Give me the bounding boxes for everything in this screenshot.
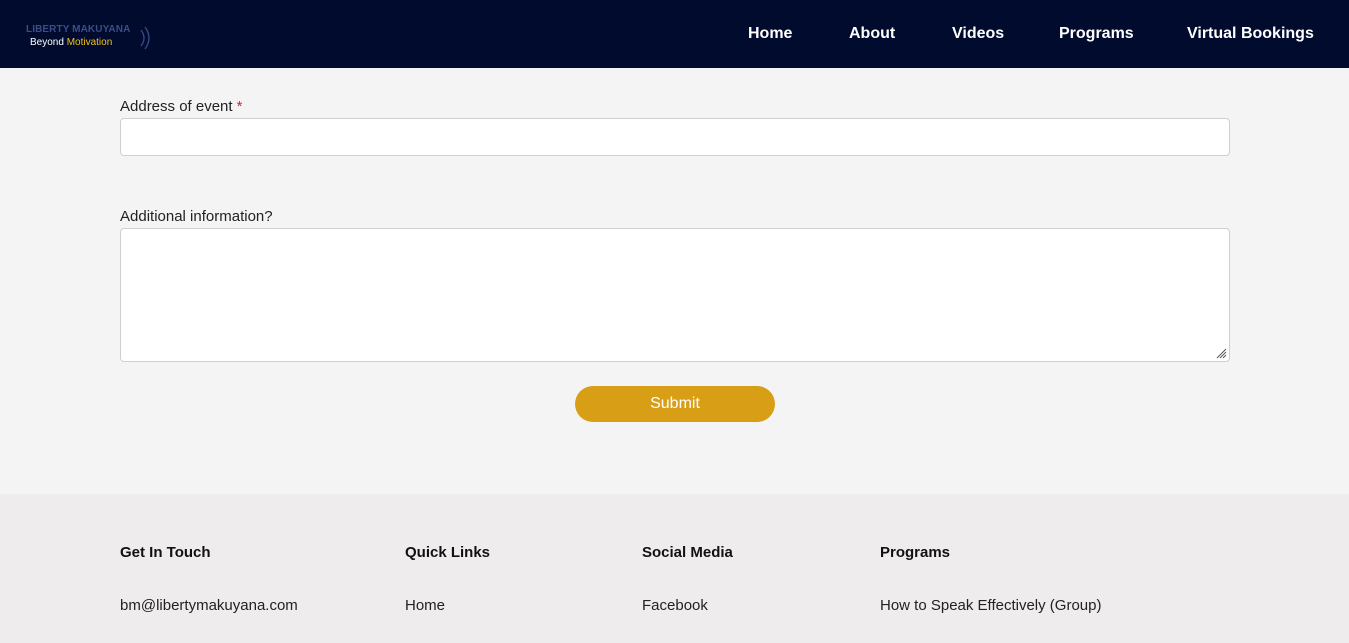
resize-handle-icon[interactable] — [1215, 347, 1227, 359]
nav-programs[interactable]: Programs — [1059, 25, 1134, 43]
footer-heading-get-in-touch: Get In Touch — [120, 544, 211, 561]
footer-link-facebook[interactable]: Facebook — [642, 597, 708, 614]
booking-form: Address of event * Additional information… — [0, 68, 1349, 494]
logo-tagline-accent: Motivation — [66, 37, 113, 48]
footer-heading-quick-links: Quick Links — [405, 544, 491, 561]
sound-wave-icon — [140, 26, 150, 50]
logo-name: LIBERTY MAKUYANA — [26, 24, 131, 35]
required-marker: * — [236, 98, 243, 115]
logo-tagline-prefix: Beyond — [30, 37, 67, 48]
address-input[interactable] — [120, 118, 1230, 156]
logo-tagline: Beyond Motivation — [30, 37, 112, 48]
site-header: LIBERTY MAKUYANA Beyond Motivation Home … — [0, 0, 1349, 68]
nav-virtual-bookings[interactable]: Virtual Bookings — [1187, 25, 1314, 43]
footer-heading-social-media: Social Media — [642, 544, 733, 561]
submit-button[interactable]: Submit — [575, 386, 775, 422]
nav-about[interactable]: About — [849, 25, 895, 43]
address-label-text: Address of event — [120, 98, 233, 115]
footer-link-program[interactable]: How to Speak Effectively (Group) — [880, 597, 1101, 614]
address-label: Address of event * — [120, 98, 242, 115]
footer-heading-programs: Programs — [880, 544, 951, 561]
additional-info-textarea[interactable] — [120, 228, 1230, 362]
additional-info-label: Additional information? — [120, 208, 273, 225]
site-footer: Get In Touch bm@libertymakuyana.com Quic… — [0, 494, 1349, 643]
footer-link-home[interactable]: Home — [405, 597, 445, 614]
nav-home[interactable]: Home — [748, 25, 792, 43]
nav-videos[interactable]: Videos — [952, 25, 1004, 43]
footer-email-link[interactable]: bm@libertymakuyana.com — [120, 597, 298, 614]
site-logo[interactable]: LIBERTY MAKUYANA Beyond Motivation — [26, 24, 150, 52]
